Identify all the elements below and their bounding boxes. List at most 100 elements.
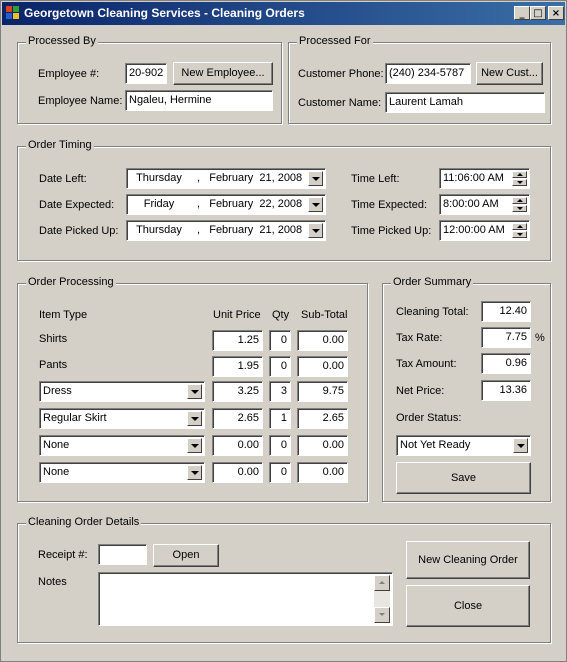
customer-name-field[interactable]: Laurent Lamah <box>385 92 545 113</box>
qty-field[interactable]: 1 <box>269 408 291 429</box>
close-button[interactable]: Close <box>406 585 530 627</box>
order-timing-label: Order Timing <box>26 139 94 151</box>
percent-sign: % <box>535 332 545 344</box>
sub-total-field: 0.00 <box>297 356 348 377</box>
scroll-down-icon[interactable] <box>374 607 390 623</box>
employee-name-field[interactable]: Ngaleu, Hermine <box>125 90 273 111</box>
minimize-button[interactable]: _ <box>514 6 530 20</box>
order-status-label: Order Status: <box>396 412 462 424</box>
open-button[interactable]: Open <box>153 544 219 567</box>
date-expected-label: Date Expected: <box>39 199 115 211</box>
sub-total-field: 0.00 <box>297 435 348 456</box>
unit-price-field[interactable]: 0.00 <box>212 462 263 483</box>
employee-number-field[interactable]: 20-902 <box>125 63 167 84</box>
time-expected-value: 8:00:00 AM <box>443 198 499 210</box>
unit-price-field[interactable]: 0.00 <box>212 435 263 456</box>
date-expected-picker[interactable]: Friday , February 22, 2008 <box>126 194 326 215</box>
item-type-pants: Pants <box>39 359 68 371</box>
time-left-value: 11:06:00 AM <box>443 172 504 184</box>
new-cleaning-order-button[interactable]: New Cleaning Order <box>406 541 530 579</box>
item-type-value: Regular Skirt <box>43 412 107 424</box>
notes-field[interactable] <box>98 572 393 626</box>
item-type-select[interactable]: None <box>39 462 205 483</box>
receipt-number-field[interactable] <box>98 544 147 565</box>
chevron-down-icon[interactable] <box>187 465 202 480</box>
tax-amount-field: 0.96 <box>481 353 531 374</box>
unit-price-field[interactable]: 1.25 <box>212 330 263 351</box>
save-button[interactable]: Save <box>396 462 531 494</box>
chevron-down-icon[interactable] <box>187 384 202 399</box>
notes-label: Notes <box>38 576 67 588</box>
employee-number-label: Employee #: <box>38 68 100 80</box>
date-picked-up-label: Date Picked Up: <box>39 225 119 237</box>
customer-phone-label: Customer Phone: <box>298 68 384 80</box>
notes-scrollbar[interactable] <box>374 575 390 623</box>
qty-field[interactable]: 0 <box>269 330 291 351</box>
date-picked-up-picker[interactable]: Thursday , February 21, 2008 <box>126 220 326 241</box>
employee-name-label: Employee Name: <box>38 95 123 107</box>
sub-total-field: 9.75 <box>297 381 348 402</box>
qty-field[interactable]: 3 <box>269 381 291 402</box>
tax-rate-label: Tax Rate: <box>396 332 443 344</box>
time-expected-label: Time Expected: <box>351 199 428 211</box>
processed-for-label: Processed For <box>297 35 373 47</box>
item-type-select[interactable]: Regular Skirt <box>39 408 205 429</box>
item-type-select[interactable]: Dress <box>39 381 205 402</box>
sub-total-field: 2.65 <box>297 408 348 429</box>
net-price-field: 13.36 <box>481 380 531 401</box>
net-price-label: Net Price: <box>396 385 445 397</box>
maximize-button[interactable]: □ <box>530 6 546 20</box>
chevron-down-icon[interactable] <box>187 411 202 426</box>
item-type-value: None <box>43 466 70 478</box>
date-left-day: Thursday <box>136 172 182 184</box>
time-left-picker[interactable]: 11:06:00 AM <box>439 168 530 189</box>
time-left-label: Time Left: <box>351 173 400 185</box>
time-picked-up-label: Time Picked Up: <box>351 225 432 237</box>
receipt-number-label: Receipt #: <box>38 549 88 561</box>
item-type-select[interactable]: None <box>39 435 205 456</box>
date-left-picker[interactable]: Thursday , February 21, 2008 <box>126 168 326 189</box>
unit-price-header: Unit Price <box>213 309 261 321</box>
new-customer-button[interactable]: New Cust... <box>476 62 543 85</box>
unit-price-field[interactable]: 1.95 <box>212 356 263 377</box>
scroll-up-icon[interactable] <box>374 575 390 591</box>
chevron-down-icon[interactable] <box>308 171 323 186</box>
item-type-shirts: Shirts <box>39 333 68 345</box>
time-expected-picker[interactable]: 8:00:00 AM <box>439 194 530 215</box>
processed-by-label: Processed By <box>26 35 98 47</box>
order-status-select[interactable]: Not Yet Ready <box>396 435 531 456</box>
app-icon <box>6 6 20 20</box>
qty-field[interactable]: 0 <box>269 356 291 377</box>
title-bar[interactable]: Georgetown Cleaning Services - Cleaning … <box>2 2 565 25</box>
cleaning-order-details-label: Cleaning Order Details <box>26 516 142 528</box>
unit-price-field[interactable]: 3.25 <box>212 381 263 402</box>
sub-total-field: 0.00 <box>297 462 348 483</box>
spinner-icon[interactable] <box>512 171 527 186</box>
tax-rate-field[interactable]: 7.75 <box>481 327 531 348</box>
chevron-down-icon[interactable] <box>308 223 323 238</box>
sub-total-field: 0.00 <box>297 330 348 351</box>
chevron-down-icon[interactable] <box>187 438 202 453</box>
qty-field[interactable]: 0 <box>269 462 291 483</box>
chevron-down-icon[interactable] <box>308 197 323 212</box>
new-employee-button[interactable]: New Employee... <box>173 62 273 85</box>
spinner-icon[interactable] <box>512 197 527 212</box>
unit-price-field[interactable]: 2.65 <box>212 408 263 429</box>
customer-phone-field[interactable]: (240) 234-5787 <box>385 63 471 84</box>
order-summary-label: Order Summary <box>391 276 474 288</box>
chevron-down-icon[interactable] <box>513 438 528 453</box>
date-picked-up-date: , February 21, 2008 <box>197 224 303 236</box>
spinner-icon[interactable] <box>512 223 527 238</box>
time-picked-up-picker[interactable]: 12:00:00 AM <box>439 220 530 241</box>
order-processing-label: Order Processing <box>26 276 116 288</box>
window-title: Georgetown Cleaning Services - Cleaning … <box>24 6 305 20</box>
date-picked-up-day: Thursday <box>136 224 182 236</box>
main-window: Georgetown Cleaning Services - Cleaning … <box>0 0 567 662</box>
time-picked-up-value: 12:00:00 AM <box>443 224 505 236</box>
cleaning-total-label: Cleaning Total: <box>396 306 469 318</box>
qty-field[interactable]: 0 <box>269 435 291 456</box>
date-left-date: , February 21, 2008 <box>197 172 303 184</box>
item-type-value: Dress <box>43 385 72 397</box>
close-window-button[interactable]: × <box>548 6 564 20</box>
sub-total-header: Sub-Total <box>301 309 348 321</box>
